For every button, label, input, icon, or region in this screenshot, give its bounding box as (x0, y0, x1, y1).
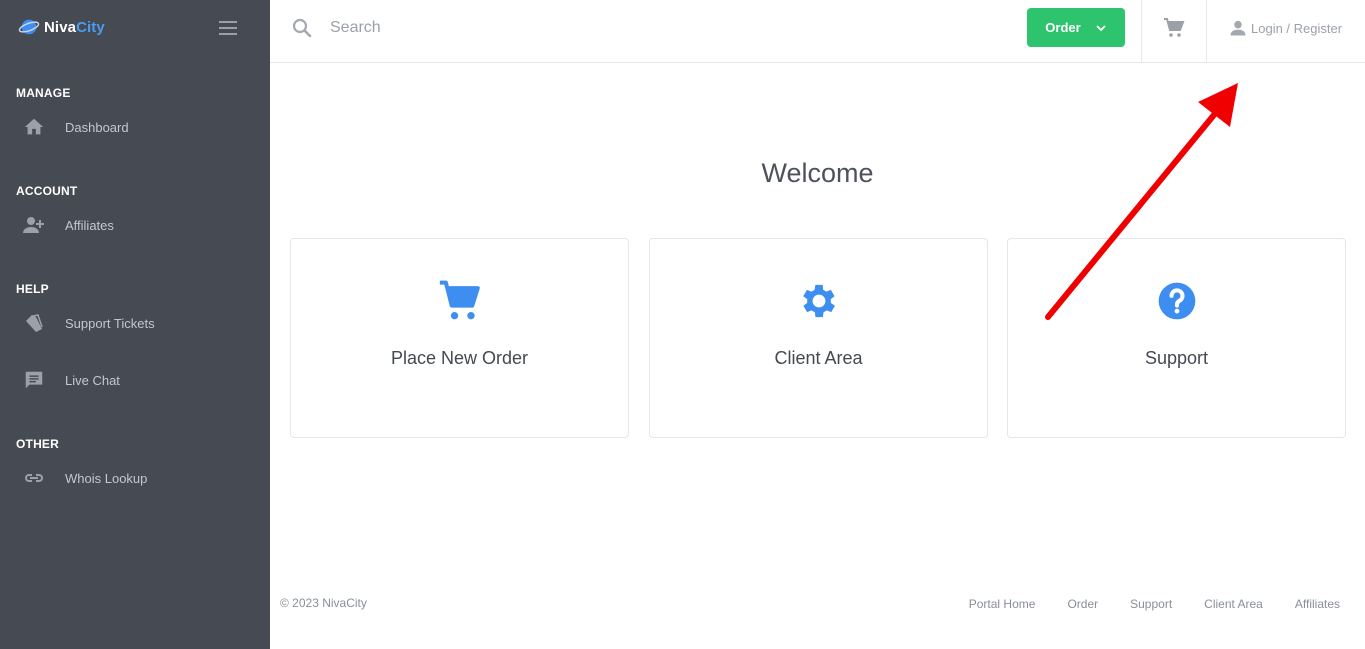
login-register-link[interactable]: Login / Register (1228, 18, 1342, 38)
section-title-account: ACCOUNT (16, 184, 78, 198)
sidebar-item-dashboard[interactable]: Dashboard (22, 115, 129, 139)
add-user-icon (22, 213, 46, 237)
sidebar-item-label: Dashboard (65, 119, 129, 135)
section-title-help: HELP (16, 282, 49, 296)
brand-logo[interactable]: NivaCity (18, 16, 105, 38)
order-button-label: Order (1045, 20, 1081, 35)
footer-link-order[interactable]: Order (1067, 597, 1098, 611)
chat-icon (22, 368, 46, 392)
topbar-divider (1206, 0, 1207, 63)
order-dropdown-button[interactable]: Order (1027, 8, 1125, 47)
section-title-manage: MANAGE (16, 86, 71, 100)
menu-toggle-icon[interactable] (219, 21, 237, 35)
footer-link-support[interactable]: Support (1130, 597, 1172, 611)
card-label: Place New Order (390, 348, 529, 368)
sidebar-item-support-tickets[interactable]: Support Tickets (22, 311, 155, 335)
card-label: Support (1144, 348, 1209, 368)
topbar: Order Login / Register (270, 0, 1365, 63)
chevron-down-icon (1096, 24, 1106, 31)
sidebar-item-affiliates[interactable]: Affiliates (22, 213, 114, 237)
card-place-new-order[interactable]: Place New Order (290, 238, 629, 438)
card-client-area[interactable]: Client Area (649, 238, 988, 438)
search-icon (292, 18, 312, 38)
footer-link-affiliates[interactable]: Affiliates (1295, 597, 1340, 611)
sidebar-item-label: Live Chat (65, 372, 120, 388)
shopping-cart-icon[interactable] (1162, 16, 1186, 40)
sidebar-item-live-chat[interactable]: Live Chat (22, 368, 120, 392)
login-register-label: Login / Register (1251, 20, 1343, 36)
section-title-other: OTHER (16, 437, 59, 451)
sidebar-item-label: Affiliates (65, 217, 114, 233)
topbar-divider (1141, 0, 1142, 63)
brand-name: NivaCity (44, 18, 105, 36)
globe-logo-icon (18, 19, 40, 35)
home-icon (22, 115, 46, 139)
gear-icon (650, 279, 987, 323)
sidebar-item-whois-lookup[interactable]: Whois Lookup (22, 466, 147, 490)
footer-copyright: © 2023 NivaCity (280, 596, 367, 610)
footer-link-client-area[interactable]: Client Area (1204, 597, 1263, 611)
annotation-arrow-icon (1045, 83, 1238, 320)
search-input[interactable] (330, 14, 830, 42)
card-label: Client Area (774, 348, 863, 368)
user-icon (1230, 20, 1246, 36)
sidebar-item-label: Support Tickets (65, 315, 155, 331)
footer-link-portal-home[interactable]: Portal Home (969, 597, 1036, 611)
sidebar-item-label: Whois Lookup (65, 470, 148, 486)
sidebar: NivaCity MANAGE Dashboard ACCOUNT Affili… (0, 0, 270, 649)
link-icon (22, 466, 46, 490)
ticket-icon (22, 311, 46, 335)
footer-links: Portal Home Order Support Client Area Af… (937, 597, 1340, 611)
cart-icon (291, 279, 628, 323)
